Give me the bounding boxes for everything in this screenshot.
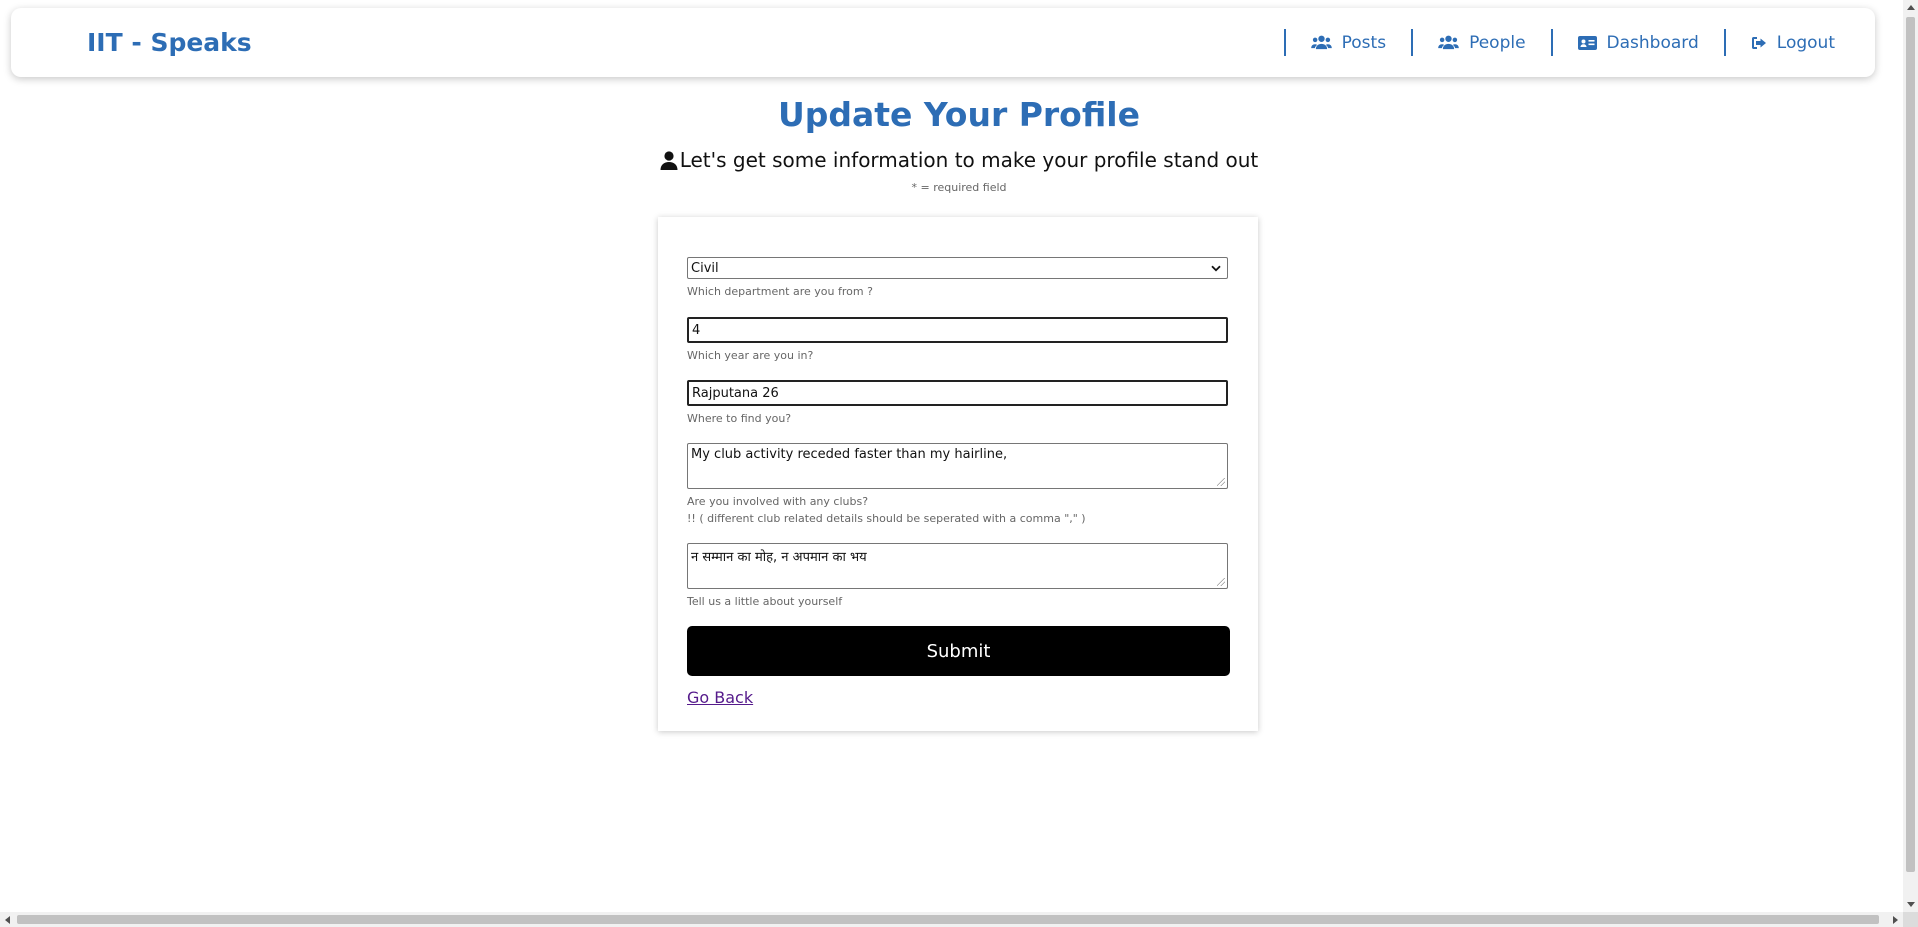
users-icon bbox=[1438, 35, 1459, 50]
about-help: Tell us a little about yourself bbox=[687, 595, 843, 608]
page-subtitle: Let's get some information to make your … bbox=[0, 148, 1918, 172]
nav-item-label: Dashboard bbox=[1606, 32, 1699, 53]
department-help: Which department are you from ? bbox=[687, 285, 873, 298]
year-field: Which year are you in? bbox=[687, 317, 1228, 364]
nav-item-dashboard[interactable]: Dashboard bbox=[1553, 8, 1724, 77]
scroll-right-icon[interactable] bbox=[1893, 916, 1898, 924]
location-field: Where to find you? bbox=[687, 380, 1228, 427]
resize-grip-icon[interactable] bbox=[1217, 578, 1225, 586]
location-input[interactable] bbox=[687, 380, 1228, 406]
nav-item-label: Logout bbox=[1776, 32, 1835, 53]
department-selected-value: Civil bbox=[691, 260, 719, 276]
year-help: Which year are you in? bbox=[687, 349, 814, 362]
nav-item-logout[interactable]: Logout bbox=[1726, 8, 1875, 77]
about-textarea-value: न सम्मान का मोह, न अपमान का भय bbox=[691, 550, 867, 565]
nav-item-label: People bbox=[1469, 32, 1526, 53]
nav-item-posts[interactable]: Posts bbox=[1286, 8, 1411, 77]
about-field: न सम्मान का मोह, न अपमान का भय Tell us a… bbox=[687, 543, 1228, 610]
page: IIT - Speaks Posts People Dashboard Logo… bbox=[0, 0, 1918, 927]
clubs-textarea-value: My club activity receded faster than my … bbox=[691, 447, 1008, 462]
sign-out-icon bbox=[1751, 36, 1766, 49]
year-input[interactable] bbox=[687, 317, 1228, 343]
subtitle-text: Let's get some information to make your … bbox=[679, 148, 1259, 172]
scroll-down-icon[interactable] bbox=[1907, 902, 1915, 907]
vertical-scroll-thumb[interactable] bbox=[1906, 17, 1915, 872]
clubs-textarea[interactable]: My club activity receded faster than my … bbox=[687, 443, 1228, 489]
scrollbar-corner bbox=[1903, 912, 1918, 927]
horizontal-scrollbar[interactable] bbox=[0, 912, 1903, 927]
scroll-left-icon[interactable] bbox=[5, 916, 10, 924]
clubs-help-note: !! ( different club related details shou… bbox=[687, 512, 1086, 525]
nav-menu: Posts People Dashboard Logout bbox=[1283, 8, 1875, 77]
clubs-field: My club activity receded faster than my … bbox=[687, 443, 1228, 527]
department-field: Civil Which department are you from ? bbox=[687, 257, 1228, 300]
go-back-link[interactable]: Go Back bbox=[687, 688, 753, 707]
department-select[interactable]: Civil bbox=[687, 257, 1228, 279]
location-help: Where to find you? bbox=[687, 412, 792, 425]
nav-item-people[interactable]: People bbox=[1413, 8, 1550, 77]
chevron-down-icon bbox=[1211, 265, 1221, 271]
nav-item-label: Posts bbox=[1341, 32, 1387, 53]
scroll-up-icon[interactable] bbox=[1907, 5, 1915, 10]
page-title: Update Your Profile bbox=[777, 95, 1141, 134]
resize-grip-icon[interactable] bbox=[1217, 478, 1225, 486]
horizontal-scroll-thumb[interactable] bbox=[17, 915, 1879, 924]
profile-form: Civil Which department are you from ? Wh… bbox=[658, 217, 1258, 731]
required-note: * = required field bbox=[911, 181, 1007, 194]
users-icon bbox=[1310, 35, 1332, 50]
about-textarea[interactable]: न सम्मान का मोह, न अपमान का भय bbox=[687, 543, 1228, 589]
vertical-scrollbar[interactable] bbox=[1903, 0, 1918, 912]
navbar: IIT - Speaks Posts People Dashboard Logo… bbox=[11, 8, 1875, 77]
id-card-icon bbox=[1577, 35, 1597, 50]
brand-logo[interactable]: IIT - Speaks bbox=[87, 8, 252, 77]
clubs-help: Are you involved with any clubs? bbox=[687, 495, 869, 508]
submit-button[interactable]: Submit bbox=[687, 626, 1230, 676]
user-icon bbox=[660, 150, 678, 170]
